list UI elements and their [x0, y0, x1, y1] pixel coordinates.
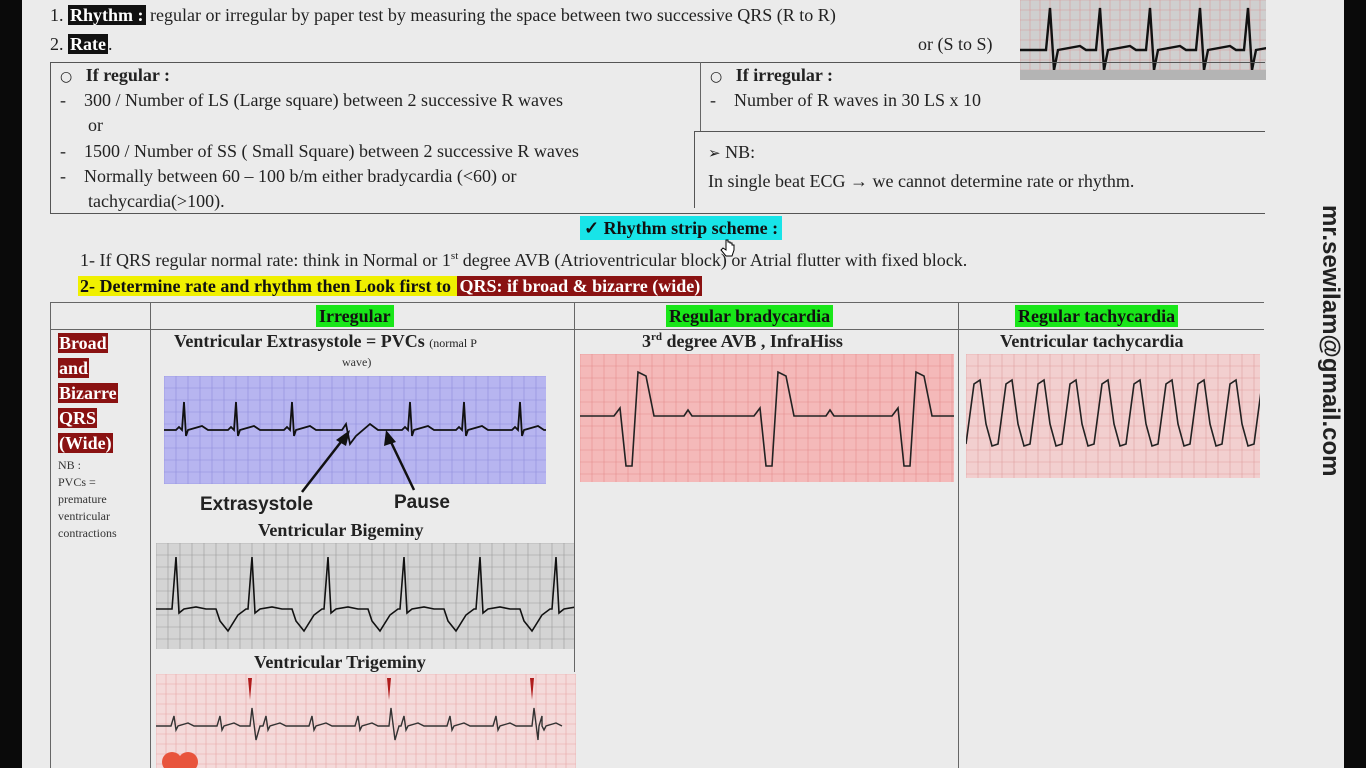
point-2: 2- Determine rate and rhythm then Look f…: [78, 275, 703, 298]
bigeminy-title: Ventricular Bigeminy: [258, 520, 424, 540]
nb-heading: ➢ NB:: [708, 142, 756, 162]
vt-ecg-strip: [966, 354, 1260, 478]
regular-line-5: tachycardia(>100).: [88, 191, 225, 211]
point-2-yellow: 2- Determine rate and rhythm then Look f…: [78, 276, 458, 296]
irregular-heading: ○ If irregular :: [710, 65, 834, 85]
nb-line: In single beat ECG → we cannot determine…: [708, 171, 1135, 191]
rhythm-line: 1. Rhythm : regular or irregular by pape…: [50, 4, 836, 26]
regular-line-3: 1500 / Number of SS ( Small Square) betw…: [84, 141, 579, 161]
scheme-title: ✓ Rhythm strip scheme :: [580, 216, 783, 240]
rate-right-text: or (S to S): [918, 34, 993, 54]
header-regular-tachycardia: Regular tachycardia: [1015, 305, 1179, 327]
pvc-subtitle: wave): [342, 355, 372, 369]
point-1: 1- If QRS regular normal rate: think in …: [80, 250, 968, 270]
annotation-arrows: [301, 430, 416, 493]
pvc-note: NB : PVCs = premature ventricular contra…: [58, 458, 117, 540]
irregular-line: Number of R waves in 30 LS x 10: [734, 90, 981, 110]
rate-label: Rate: [68, 34, 108, 54]
rhythm-label: Rhythm :: [68, 5, 146, 25]
rate-line: 2. Rate.: [50, 33, 112, 55]
regular-line-4: Normally between 60 – 100 b/m either bra…: [84, 166, 517, 186]
pause-label: Pause: [394, 492, 450, 513]
rate-number: 2.: [50, 34, 64, 54]
regular-heading: ○ If regular :: [60, 65, 171, 85]
avb-ecg-strip: [580, 354, 954, 482]
rhythm-text: regular or irregular by paper test by me…: [145, 5, 836, 25]
trigeminy-ecg-strip: [156, 674, 576, 768]
point-2-red: QRS: if broad & bizarre (wide): [457, 276, 703, 296]
watermark-email: mr.sewilam@gmail.com: [1317, 205, 1344, 477]
pvc-title: Ventricular Extrasystole = PVCs (normal …: [174, 331, 477, 351]
avb-title: 3rd degree AVB , InfraHiss: [642, 331, 843, 351]
bigeminy-ecg-strip: [156, 543, 574, 649]
regular-line-1: 300 / Number of LS (Large square) betwee…: [84, 90, 564, 110]
regular-line-2: or: [88, 115, 103, 135]
trigeminy-title: Ventricular Trigeminy: [254, 652, 426, 672]
vt-title: Ventricular tachycardia: [1000, 331, 1184, 351]
rhythm-number: 1.: [50, 5, 64, 25]
header-irregular: Irregular: [316, 305, 394, 327]
document-page: 1. Rhythm : regular or irregular by pape…: [22, 0, 1344, 768]
header-regular-bradycardia: Regular bradycardia: [666, 305, 834, 327]
row-label-broad-bizarre: Broad and Bizarre QRS (Wide): [58, 333, 118, 453]
mouse-cursor: [720, 239, 735, 257]
extrasystole-label: Extrasystole: [200, 494, 314, 515]
rate-suffix: .: [107, 34, 113, 54]
